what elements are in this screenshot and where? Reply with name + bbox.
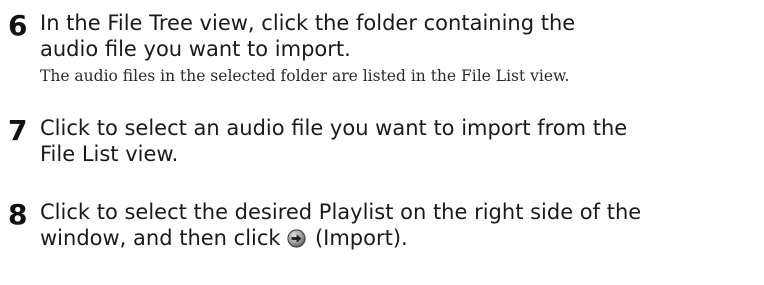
step-6-note: The audio files in the selected folder a…: [40, 67, 570, 85]
step-6-line-1: In the File Tree view, click the folder …: [40, 11, 576, 35]
step-6-text: In the File Tree view, click the folder …: [40, 10, 756, 62]
step-7-text: Click to select an audio file you want t…: [40, 115, 756, 167]
step-number: 8: [8, 198, 28, 231]
step-8-text: Click to select the desired Playlist on …: [40, 199, 756, 251]
step-8-line-1: Click to select the desired Playlist on …: [40, 200, 642, 224]
step-8-line-2-text: window, and then click: [40, 226, 281, 250]
instruction-page: 6 In the File Tree view, click the folde…: [0, 0, 764, 285]
step-8-line-2: window, and then click (Import).: [40, 225, 756, 251]
step-7-line-2: File List view.: [40, 142, 179, 166]
step-number: 6: [8, 9, 28, 42]
step-6-line-2: audio file you want to import.: [40, 37, 351, 61]
import-arrow-icon: [287, 228, 306, 248]
step-8-import-label: (Import).: [314, 226, 408, 250]
step-number: 7: [8, 114, 28, 147]
step-7-line-1: Click to select an audio file you want t…: [40, 116, 628, 140]
